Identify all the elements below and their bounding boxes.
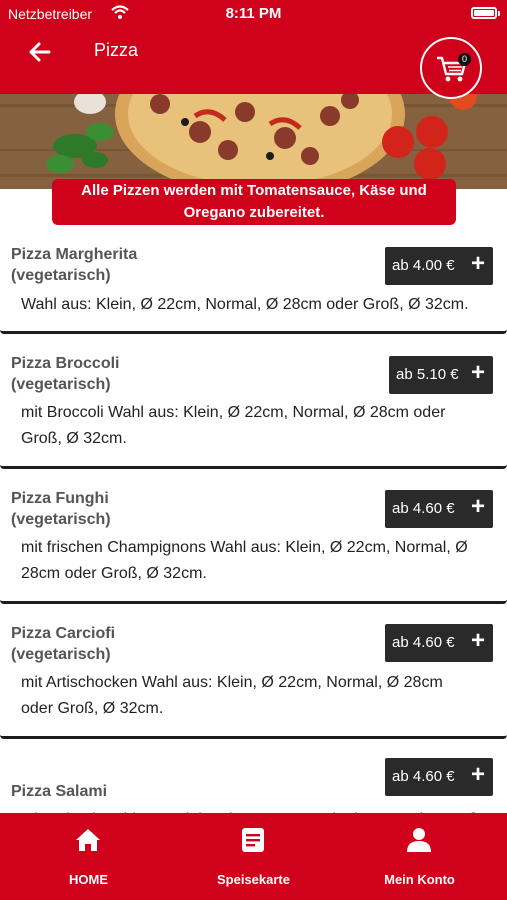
item-description: mit Artischocken Wahl aus: Klein, Ø 22cm…	[21, 670, 489, 722]
item-name-line: Pizza Carciofi	[11, 625, 116, 642]
tab-home[interactable]: HOME	[4, 813, 173, 900]
item-name-subtitle: (vegetarisch)	[11, 646, 111, 663]
item-description-line: oder Groß, Ø 32cm.	[21, 700, 164, 717]
status-time: 8:11 PM	[225, 5, 282, 22]
item-name-subtitle: (vegetarisch)	[11, 376, 111, 393]
tab-account[interactable]: Mein Konto	[335, 813, 504, 900]
cart-count-badge: 0	[458, 53, 471, 66]
plus-icon: +	[470, 627, 485, 654]
item-description: mit Broccoli Wahl aus: Klein, Ø 22cm, No…	[21, 400, 489, 452]
add-to-cart-button[interactable]: ab 5.10 € +	[389, 356, 493, 394]
menu-list-icon	[242, 828, 264, 852]
item-name-line: Pizza Funghi	[11, 490, 109, 507]
status-bar: Netzbetreiber 8:11 PM	[0, 0, 507, 28]
battery-icon	[471, 7, 500, 19]
plus-icon: +	[470, 359, 485, 386]
notice-line-2: Oregano zubereitet.	[183, 204, 325, 221]
user-icon	[407, 828, 431, 852]
add-to-cart-button[interactable]: ab 4.60 € +	[385, 490, 493, 528]
item-name: Pizza Margherita (vegetarisch)	[11, 244, 137, 286]
price-label: ab 4.60 €	[392, 500, 455, 517]
item-description-line: Groß, Ø 32cm.	[21, 430, 127, 447]
item-description-line: mit Broccoli Wahl aus: Klein, Ø 22cm, No…	[21, 404, 446, 421]
item-description-line: mit frischen Champignons Wahl aus: Klein…	[21, 539, 468, 556]
plus-icon: +	[470, 761, 485, 788]
add-to-cart-button[interactable]: ab 4.60 € +	[385, 758, 493, 796]
item-description-line: 28cm oder Groß, Ø 32cm.	[21, 565, 207, 582]
item-name: Pizza Broccoli (vegetarisch)	[11, 353, 119, 395]
item-name-line: Pizza Salami	[11, 783, 108, 800]
item-name-line: Pizza Broccoli	[11, 355, 120, 372]
item-name-line: Pizza Margherita	[11, 246, 138, 263]
plus-icon: +	[470, 493, 485, 520]
arrow-left-icon	[29, 42, 51, 62]
hero-image	[0, 94, 507, 189]
home-icon	[76, 829, 100, 851]
price-label: ab 4.60 €	[392, 768, 455, 785]
page-title: Pizza	[94, 40, 139, 60]
add-to-cart-button[interactable]: ab 4.00 € +	[385, 247, 493, 285]
list-item: Pizza Funghi (vegetarisch) ab 4.60 € + m…	[0, 481, 507, 604]
list-item: Pizza Broccoli (vegetarisch) ab 5.10 € +…	[0, 346, 507, 469]
list-item: Pizza Carciofi (vegetarisch) ab 4.60 € +…	[0, 616, 507, 739]
back-button[interactable]	[26, 38, 54, 66]
item-description: Wahl aus: Klein, Ø 22cm, Normal, Ø 28cm …	[21, 292, 489, 318]
price-label: ab 5.10 €	[396, 366, 459, 383]
item-name-subtitle: (vegetarisch)	[11, 511, 111, 528]
notice-line-1: Alle Pizzen werden mit Tomatensauce, Käs…	[81, 182, 427, 199]
item-name: Pizza Carciofi (vegetarisch)	[11, 623, 115, 665]
cart-button[interactable]: 0	[420, 37, 482, 99]
add-to-cart-button[interactable]: ab 4.60 € +	[385, 624, 493, 662]
item-description: mit frischen Champignons Wahl aus: Klein…	[21, 535, 489, 587]
tab-home-label: HOME	[69, 872, 108, 887]
price-label: ab 4.00 €	[392, 257, 455, 274]
tab-menu-label: Speisekarte	[217, 872, 290, 887]
item-description-line: mit Artischocken Wahl aus: Klein, Ø 22cm…	[21, 674, 443, 691]
item-name: Pizza Salami	[11, 781, 107, 802]
list-item: Pizza Margherita (vegetarisch) ab 4.00 €…	[0, 236, 507, 334]
tab-account-label: Mein Konto	[384, 872, 455, 887]
item-description-line: Wahl aus: Klein, Ø 22cm, Normal, Ø 28cm …	[21, 296, 469, 313]
plus-icon: +	[470, 250, 485, 277]
info-notice: Alle Pizzen werden mit Tomatensauce, Käs…	[52, 179, 456, 225]
item-name: Pizza Funghi (vegetarisch)	[11, 488, 111, 530]
bottom-tab-bar: HOME Speisekarte Mein Konto	[0, 813, 507, 900]
item-name-subtitle: (vegetarisch)	[11, 267, 111, 284]
tab-menu[interactable]: Speisekarte	[169, 813, 338, 900]
price-label: ab 4.60 €	[392, 634, 455, 651]
